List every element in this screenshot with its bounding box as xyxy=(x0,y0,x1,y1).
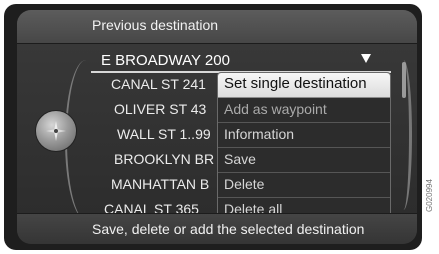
display-frame: Previous destination E BROADWAY 200 CANA… xyxy=(4,4,422,250)
menu-item-label: Delete xyxy=(224,176,265,192)
menu-item-delete[interactable]: Delete xyxy=(218,173,390,198)
menu-item-label: Information xyxy=(224,126,295,142)
menu-item-label: Set single destination xyxy=(224,75,367,92)
list-item[interactable]: OLIVER ST 43 xyxy=(114,101,206,117)
menu-item-information[interactable]: Information xyxy=(218,123,390,148)
navigation-compass-icon[interactable] xyxy=(35,110,77,152)
list-item[interactable]: WALL ST 1..99 xyxy=(117,126,211,142)
menu-item-set-single-destination[interactable]: Set single destination xyxy=(218,73,390,98)
menu-item-save[interactable]: Save xyxy=(218,148,390,173)
screen: Previous destination E BROADWAY 200 CANA… xyxy=(17,10,417,244)
reference-code: G020994 xyxy=(425,179,434,212)
menu-item-add-as-waypoint[interactable]: Add as waypoint xyxy=(218,98,390,123)
context-menu: Set single destination Add as waypoint I… xyxy=(217,72,391,232)
triangle-down-icon[interactable] xyxy=(361,54,371,63)
menu-item-label: Add as waypoint xyxy=(224,101,327,117)
scroll-thumb[interactable] xyxy=(402,62,406,98)
list-item[interactable]: BROOKLYN BR xyxy=(114,151,214,167)
page-title: Previous destination xyxy=(92,17,219,33)
help-text: Save, delete or add the selected destina… xyxy=(92,221,365,237)
list-item[interactable]: MANHATTAN B xyxy=(111,176,209,192)
menu-item-label: Save xyxy=(224,151,256,167)
title-bar: Previous destination xyxy=(17,10,417,44)
list-item[interactable]: CANAL ST 241 xyxy=(111,76,206,92)
status-bar: Save, delete or add the selected destina… xyxy=(17,213,417,244)
selected-destination[interactable]: E BROADWAY 200 xyxy=(91,51,391,73)
selected-destination-label: E BROADWAY 200 xyxy=(101,52,230,69)
compass-glyph xyxy=(46,121,66,141)
